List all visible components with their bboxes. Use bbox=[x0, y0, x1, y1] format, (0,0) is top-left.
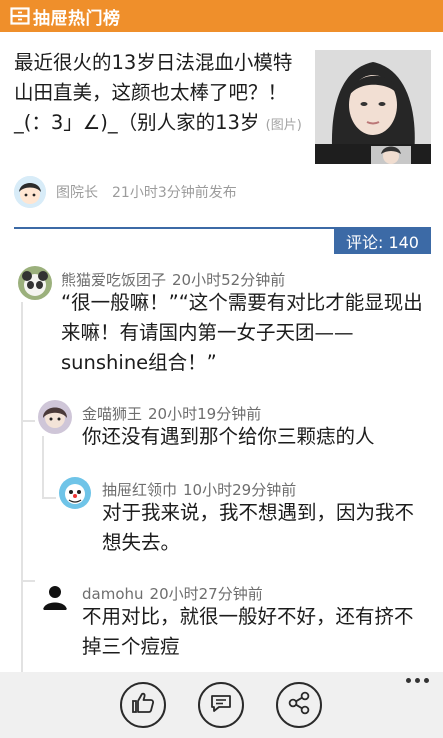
comment-time: 10小时29分钟前 bbox=[183, 481, 297, 499]
comment-count-badge[interactable]: 评论: 140 bbox=[333, 228, 431, 254]
comment-header: 金喵狮王 20小时19分钟前 bbox=[82, 403, 261, 424]
comment-item[interactable]: 熊猫爱吃饭团子 20小时52分钟前 “很一般嘛！”“这个需要有对比才能显现出来嘛！… bbox=[18, 266, 433, 382]
comment-text: 对于我来说，我不想遇到，因为我不想失去。 bbox=[102, 501, 415, 554]
thread-connector bbox=[21, 420, 35, 422]
commenter-avatar[interactable] bbox=[18, 266, 52, 300]
app-header: 抽屉热门榜 bbox=[0, 0, 443, 32]
comment-icon bbox=[208, 690, 234, 720]
app-title: 抽屉热门榜 bbox=[33, 8, 121, 29]
comment-time: 20小时27分钟前 bbox=[149, 585, 263, 603]
thumbnail-strip bbox=[315, 144, 431, 164]
headline-text: 最近很火的13岁日法混血小模特 山田直美，这颜也太棒了吧？！_(：3」∠)_（别… bbox=[14, 51, 293, 134]
comment-item[interactable]: damohu 20小时27分钟前 不用对比，就很一般好不好，还有挤不掉三个痘痘 bbox=[38, 580, 433, 672]
image-tag: (图片) bbox=[265, 118, 302, 133]
comment-time: 20小时52分钟前 bbox=[172, 271, 286, 289]
comment-text: 不用对比，就很一般好不好，还有挤不掉三个痘痘 bbox=[82, 605, 414, 658]
comment-header: 熊猫爱吃饭团子 20小时52分钟前 bbox=[61, 269, 285, 290]
comment-time: 20小时19分钟前 bbox=[148, 405, 262, 423]
thread-connector bbox=[21, 580, 35, 582]
article-author-row: 图院长 21小时3分钟前发布 bbox=[14, 176, 237, 208]
more-options-icon[interactable] bbox=[406, 678, 429, 683]
comment-button[interactable] bbox=[198, 682, 244, 728]
thread-connector bbox=[42, 497, 56, 499]
article-headline[interactable]: 最近很火的13岁日法混血小模特 山田直美，这颜也太棒了吧？！_(：3」∠)_（别… bbox=[14, 48, 304, 141]
post-time: 21小时3分钟前发布 bbox=[112, 185, 237, 201]
share-icon bbox=[286, 690, 312, 720]
commenter-name[interactable]: damohu bbox=[82, 585, 144, 603]
commenter-name[interactable]: 熊猫爱吃饭团子 bbox=[61, 271, 166, 289]
commenter-avatar[interactable] bbox=[38, 580, 72, 614]
commenter-name[interactable]: 抽屉红领巾 bbox=[102, 481, 177, 499]
author-avatar[interactable] bbox=[14, 176, 46, 208]
commenter-avatar[interactable] bbox=[58, 476, 92, 510]
comment-text: “很一般嘛！”“这个需要有对比才能显现出来嘛！有请国内第一女子天团——sunsh… bbox=[61, 291, 423, 374]
comment-header: damohu 20小时27分钟前 bbox=[82, 583, 263, 604]
bottom-app-bar bbox=[0, 672, 443, 738]
commenter-name[interactable]: 金喵狮王 bbox=[82, 405, 142, 423]
author-name[interactable]: 图院长 bbox=[56, 182, 98, 202]
thumbs-up-icon bbox=[130, 690, 156, 720]
comment-header: 抽屉红领巾 10小时29分钟前 bbox=[102, 479, 296, 500]
commenter-avatar[interactable] bbox=[38, 400, 72, 434]
comment-text: 你还没有遇到那个给你三颗痣的人 bbox=[82, 425, 375, 448]
like-button[interactable] bbox=[120, 682, 166, 728]
drawer-logo-icon[interactable] bbox=[9, 6, 31, 26]
comment-item[interactable]: 抽屉红领巾 10小时29分钟前 对于我来说，我不想遇到，因为我不想失去。 bbox=[58, 476, 433, 566]
article-thumbnail[interactable] bbox=[315, 50, 431, 164]
share-button[interactable] bbox=[276, 682, 322, 728]
comment-item[interactable]: 金喵狮王 20小时19分钟前 你还没有遇到那个给你三颗痣的人 bbox=[38, 400, 433, 460]
